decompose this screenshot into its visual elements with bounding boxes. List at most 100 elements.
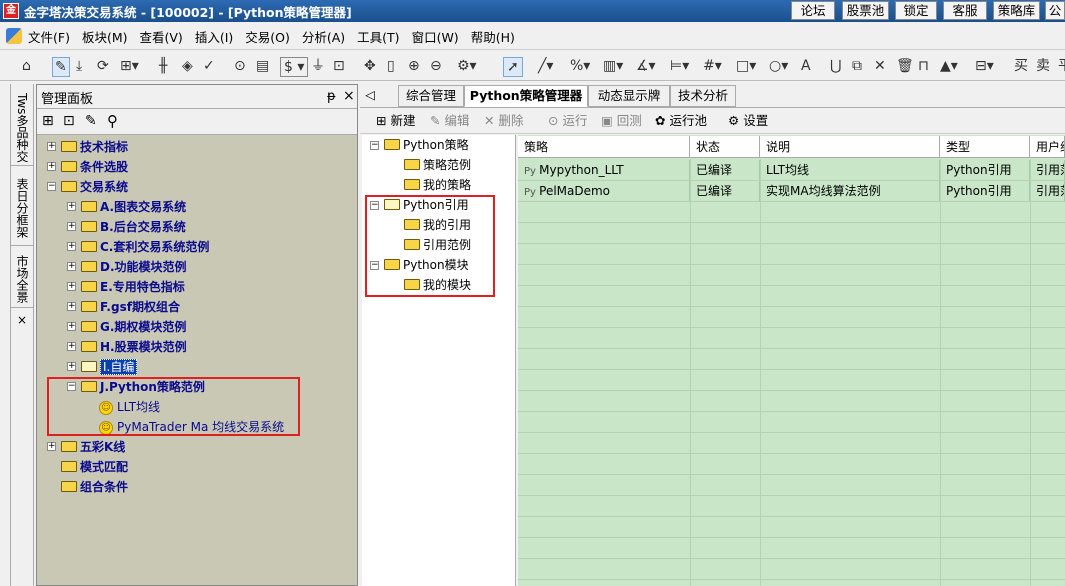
vtab-market-overview[interactable]: 市场全景 [11, 250, 33, 308]
col-header-group[interactable]: 用户组 [1030, 136, 1065, 158]
delete-x-icon[interactable]: ✕ [874, 57, 886, 75]
menu-sector[interactable]: 板块(M) [82, 25, 128, 48]
tree-expander[interactable]: + [67, 322, 76, 331]
tree-item-a[interactable]: A.图表交易系统 [81, 197, 186, 217]
run-button[interactable]: ⊙ 运行 [548, 112, 587, 130]
fib-tool-icon[interactable]: ▥▾ [603, 57, 623, 75]
close-position-button[interactable]: 平 [1058, 57, 1065, 75]
tree-item-h[interactable]: H.股票模块范例 [81, 337, 187, 357]
document-icon[interactable]: ▤ [256, 57, 269, 75]
move-icon[interactable]: ✥ [364, 57, 376, 75]
ellipse-tool-icon[interactable]: ○▾ [769, 57, 788, 75]
run-pool-button[interactable]: ✿ 运行池 [655, 112, 707, 130]
text-tool-icon[interactable]: A [801, 57, 811, 75]
support-button[interactable]: 客服 [943, 1, 987, 20]
tree-item-g[interactable]: G.期权模块范例 [81, 317, 186, 337]
tree-expander[interactable]: + [67, 202, 76, 211]
candlestick-icon[interactable]: ╫ [159, 57, 167, 75]
magnet-icon[interactable]: ⋃ [830, 57, 841, 75]
menu-file[interactable]: 文件(F) [28, 25, 70, 48]
tree-item-pattern[interactable]: 模式匹配 [61, 457, 128, 477]
layout-grid-icon[interactable]: ⊞▾ [120, 57, 139, 75]
tree-expander[interactable]: + [67, 282, 76, 291]
settings-button[interactable]: ⚙ 设置 [728, 112, 768, 130]
new-item-icon[interactable]: ⊞ [42, 113, 54, 129]
angle-tool-icon[interactable]: ∡▾ [636, 57, 656, 75]
col-header-type[interactable]: 类型 [940, 136, 1030, 158]
pin-icon[interactable]: ᵽ [327, 89, 336, 104]
menu-help[interactable]: 帮助(H) [471, 25, 515, 48]
tab-overview[interactable]: 综合管理 [398, 85, 464, 107]
tree-item-tech-indicators[interactable]: 技术指标 [61, 137, 128, 157]
col-header-desc[interactable]: 说明 [760, 136, 940, 158]
new-folder-icon[interactable]: ⊡ [63, 113, 75, 129]
tree-expander[interactable]: − [370, 141, 379, 150]
backtest-button[interactable]: ▣ 回测 [601, 112, 642, 130]
panel-close-icon[interactable]: × [343, 88, 355, 104]
style-tool-icon[interactable]: ▲▾ [940, 57, 958, 75]
tree-expander[interactable]: + [47, 142, 56, 151]
grid-tool-icon[interactable]: #▾ [703, 57, 722, 75]
channel-tool-icon[interactable]: ⊨▾ [670, 57, 689, 75]
col-header-status[interactable]: 状态 [690, 136, 760, 158]
filter-icon[interactable]: ⏚ [311, 57, 325, 75]
buy-button[interactable]: 买 [1014, 57, 1028, 75]
col-header-strategy[interactable]: 策略 [518, 136, 690, 158]
lock-icon[interactable]: ⊓ [918, 57, 929, 75]
vtab-tws[interactable]: Tws多品种交 [11, 90, 33, 166]
tree-item-d[interactable]: D.功能模块范例 [81, 257, 187, 277]
edit-check-icon[interactable]: ✓ [203, 57, 215, 75]
pytree-item-my-strategy[interactable]: 我的策略 [404, 175, 471, 195]
percent-tool-icon[interactable]: %▾ [570, 57, 590, 75]
tab-python-manager[interactable]: Python策略管理器 [464, 85, 588, 107]
tree-expander[interactable]: + [67, 362, 76, 371]
diamond-icon[interactable]: ◈ [182, 57, 193, 75]
line-tool-icon[interactable]: ╱▾ [538, 57, 553, 75]
vtab-daily-frame[interactable]: 表日分框架 [11, 170, 33, 246]
menu-insert[interactable]: 插入(I) [195, 25, 233, 48]
tree-item-i-selected[interactable]: I.自编 [81, 357, 138, 377]
forum-button[interactable]: 论坛 [791, 1, 835, 20]
more-button[interactable]: 公 [1045, 1, 1065, 20]
tree-expander[interactable]: + [67, 222, 76, 231]
trash-icon[interactable]: 🗑 [896, 57, 914, 75]
tree-expander[interactable]: + [67, 302, 76, 311]
menu-trade[interactable]: 交易(O) [245, 25, 290, 48]
rect-tool-icon[interactable]: □▾ [736, 57, 756, 75]
tree-expander[interactable]: − [47, 182, 56, 191]
menu-analysis[interactable]: 分析(A) [302, 25, 345, 48]
tree-item-b[interactable]: B.后台交易系统 [81, 217, 186, 237]
tree-item-candle[interactable]: 五彩K线 [61, 437, 125, 457]
vtab-close-icon[interactable]: × [11, 310, 33, 330]
copy-icon[interactable]: ⧉ [852, 57, 862, 75]
search-icon[interactable]: ⚲ [107, 112, 118, 130]
new-button[interactable]: ⊞ 新建 [376, 112, 415, 130]
tree-item-e[interactable]: E.专用特色指标 [81, 277, 185, 297]
download-icon[interactable]: ⤓ [76, 57, 82, 75]
tree-expander[interactable]: + [47, 442, 56, 451]
pytree-item-strategy-samples[interactable]: 策略范例 [404, 155, 471, 175]
tab-dynamic-board[interactable]: 动态显示牌 [588, 85, 670, 107]
edit-icon[interactable]: ✎ [85, 113, 97, 129]
settings-gear-icon[interactable]: ⚙▾ [457, 57, 477, 75]
tab-nav-left-icon[interactable]: ◁ [362, 85, 378, 107]
tree-item-c[interactable]: C.套利交易系统范例 [81, 237, 209, 257]
chart-toggle-icon[interactable]: ⊡ [333, 57, 345, 75]
menu-window[interactable]: 窗口(W) [412, 25, 459, 48]
tree-item-trading-systems[interactable]: 交易系统 [61, 177, 128, 197]
lock-button[interactable]: 锁定 [895, 1, 937, 20]
cursor-arrow-icon[interactable]: ➚ [503, 57, 523, 77]
tab-tech-analysis[interactable]: 技术分析 [670, 85, 736, 107]
pytree-item-strategy[interactable]: Python策略 [384, 135, 469, 155]
play-circle-icon[interactable]: ⊙ [234, 57, 246, 75]
menu-view[interactable]: 查看(V) [140, 25, 183, 48]
tree-expander[interactable]: + [67, 262, 76, 271]
edit-button[interactable]: ✎ 编辑 [430, 112, 469, 130]
strategy-lib-button[interactable]: 策略库 [993, 1, 1040, 20]
panel-tool-icon[interactable]: ⊟▾ [975, 57, 994, 75]
refresh-icon[interactable]: ⟳ [97, 57, 109, 75]
tree-expander[interactable]: + [47, 162, 56, 171]
tree-expander[interactable]: + [67, 242, 76, 251]
tree-item-stock-screen[interactable]: 条件选股 [61, 157, 128, 177]
tree-item-combo[interactable]: 组合条件 [61, 477, 128, 497]
